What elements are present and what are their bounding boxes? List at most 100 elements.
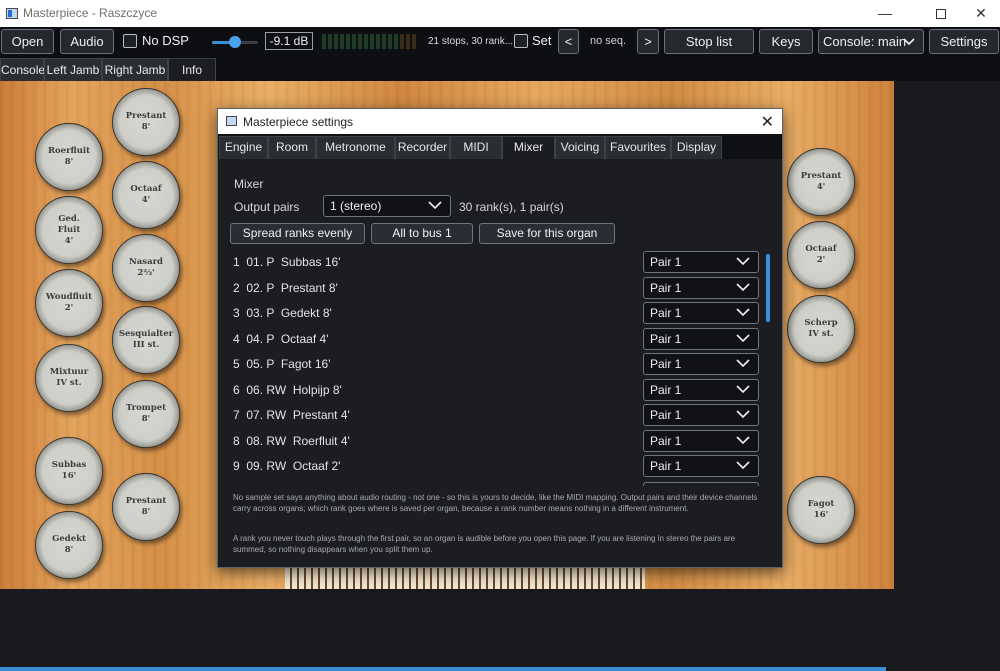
stop-knob[interactable]: Scherp IV st. xyxy=(787,295,855,363)
rank-list-scrollbar[interactable] xyxy=(766,254,770,322)
tab-voicing[interactable]: Voicing xyxy=(555,136,605,159)
rank-number: 1 xyxy=(233,255,240,269)
prev-sequence-button[interactable]: < xyxy=(558,29,579,54)
rank-label: 4 04. P Octaaf 4' xyxy=(233,332,328,346)
tab-room[interactable]: Room xyxy=(268,136,316,159)
rank-number: 8 xyxy=(233,433,240,448)
audio-button[interactable]: Audio xyxy=(60,29,114,54)
minimize-button[interactable]: — xyxy=(862,0,908,27)
close-icon[interactable]: ✕ xyxy=(761,112,774,132)
chevron-down-icon xyxy=(736,384,750,393)
stop-label: Ged. Fluit 4' xyxy=(57,213,81,246)
rank-label: 9 09. RW Octaaf 2' xyxy=(233,459,340,473)
rank-pair-value: Pair 1 xyxy=(650,459,682,473)
rank-name: 07. RW Prestant 4' xyxy=(246,408,350,422)
dialog-title: Masterpiece settings xyxy=(243,115,354,129)
stop-knob[interactable]: Woudfluit 2' xyxy=(35,269,103,337)
stop-knob[interactable]: Sesquialter III st. xyxy=(112,306,180,374)
meter-segment xyxy=(346,34,350,49)
no-dsp-checkbox[interactable] xyxy=(123,34,137,48)
tab-left-jamb[interactable]: Left Jamb xyxy=(44,58,102,81)
bottom-empty-area xyxy=(0,589,1000,671)
rank-pair-select[interactable]: Pair 1 xyxy=(643,353,759,375)
rank-number: 9 xyxy=(233,459,240,473)
tab-console[interactable]: Console xyxy=(0,58,45,81)
stop-knob[interactable]: Prestant 8' xyxy=(112,88,180,156)
meter-segment xyxy=(406,34,410,49)
stop-knob[interactable]: Fagot 16' xyxy=(787,476,855,544)
rank-pair-select[interactable]: Pair 1 xyxy=(643,327,759,350)
tab-favourites[interactable]: Favourites xyxy=(605,136,671,159)
tab-right-jamb[interactable]: Right Jamb xyxy=(102,58,168,81)
rank-pair-select[interactable]: Pair 1 xyxy=(643,404,759,426)
rank-row: 5 05. P Fagot 16' Pair 1 xyxy=(233,353,763,375)
console-select[interactable]: Console: main xyxy=(818,29,924,54)
rank-row: 8 08. RW Roerfluit 4' Pair 1 xyxy=(233,429,763,452)
stop-knob[interactable]: Octaaf 4' xyxy=(112,161,180,229)
meter-segment xyxy=(334,34,338,49)
rank-pair-value: Pair 1 xyxy=(650,280,682,295)
spread-ranks-button[interactable]: Spread ranks evenly xyxy=(230,223,365,244)
chevron-down-icon xyxy=(736,333,750,342)
stop-list-button[interactable]: Stop list xyxy=(664,29,754,54)
meter-segment xyxy=(412,34,416,49)
meter-segment xyxy=(370,34,374,49)
rank-pair-select[interactable]: Pair 1 xyxy=(643,455,759,477)
view-tabs: Console Left Jamb Right Jamb Info xyxy=(0,57,1000,81)
meter-segment xyxy=(358,34,362,49)
section-title: Mixer xyxy=(234,177,264,191)
volume-readout: -9.1 dB xyxy=(265,32,313,50)
tab-metronome[interactable]: Metronome xyxy=(316,136,395,159)
meter-segment xyxy=(364,34,368,49)
meter-segment xyxy=(382,34,386,49)
rank-row: 6 06. RW Holpijp 8' Pair 1 xyxy=(233,378,763,401)
rank-row: 1 01. P Subbas 16' Pair 1 xyxy=(233,251,763,273)
save-for-organ-button[interactable]: Save for this organ xyxy=(479,223,615,244)
rank-label: 7 07. RW Prestant 4' xyxy=(233,408,350,422)
rank-pair-select[interactable]: Pair 1 xyxy=(643,276,759,299)
stop-label: Sesquialter III st. xyxy=(118,329,174,350)
stop-knob[interactable]: Roerfluit 8' xyxy=(35,123,103,191)
rank-name: 05. P Fagot 16' xyxy=(246,357,331,371)
stop-knob[interactable]: Subbas 16' xyxy=(35,437,103,505)
window-title-bar: Masterpiece - Raszczyce — ✕ xyxy=(0,0,1000,27)
tab-recorder[interactable]: Recorder xyxy=(395,136,450,159)
next-sequence-button[interactable]: > xyxy=(637,29,659,54)
rank-pair-select[interactable]: Pair 1 xyxy=(643,251,759,273)
keys-button[interactable]: Keys xyxy=(759,29,813,54)
right-empty-area xyxy=(894,81,1000,589)
tab-info[interactable]: Info xyxy=(168,58,216,81)
stop-knob[interactable]: Prestant 4' xyxy=(787,148,855,216)
volume-slider-handle[interactable] xyxy=(229,36,241,48)
close-window-button[interactable]: ✕ xyxy=(958,0,1000,27)
level-meter xyxy=(322,34,418,49)
meter-segment xyxy=(400,34,404,49)
rank-label: 2 02. P Prestant 8' xyxy=(233,281,338,295)
stop-knob[interactable]: Ged. Fluit 4' xyxy=(35,196,103,264)
rank-pair-select[interactable]: Pair 1 xyxy=(643,302,759,324)
stop-knob[interactable]: Prestant 8' xyxy=(112,473,180,541)
settings-button[interactable]: Settings xyxy=(929,29,999,54)
output-pairs-select[interactable]: 1 (stereo) xyxy=(323,195,451,217)
progress-bar xyxy=(0,667,886,671)
stop-knob[interactable]: Gedekt 8' xyxy=(35,511,103,579)
chevron-down-icon xyxy=(736,410,750,419)
tab-midi[interactable]: MIDI xyxy=(450,136,502,159)
settings-tabs: Engine Room Metronome Recorder MIDI Mixe… xyxy=(218,134,782,159)
rank-pair-select[interactable]: Pair 1 xyxy=(643,378,759,401)
stop-knob[interactable]: Trompet 8' xyxy=(112,380,180,448)
stop-knob[interactable]: Octaaf 2' xyxy=(787,221,855,289)
tab-engine[interactable]: Engine xyxy=(219,136,268,159)
window-title: Masterpiece - Raszczyce xyxy=(23,6,158,20)
rank-pair-select[interactable]: Pair 1 xyxy=(643,429,759,452)
rank-name: 02. P Prestant 8' xyxy=(246,280,338,295)
all-to-bus-button[interactable]: All to bus 1 xyxy=(371,223,473,244)
tab-mixer[interactable]: Mixer xyxy=(502,136,555,159)
meter-segment xyxy=(322,34,326,49)
open-button[interactable]: Open xyxy=(1,29,54,54)
tab-display[interactable]: Display xyxy=(671,136,722,159)
set-checkbox[interactable] xyxy=(514,34,528,48)
stop-label: Trompet 8' xyxy=(125,403,167,424)
stop-knob[interactable]: Mixtuur IV st. xyxy=(35,344,103,412)
stop-knob[interactable]: Nasard 2⅔' xyxy=(112,234,180,302)
